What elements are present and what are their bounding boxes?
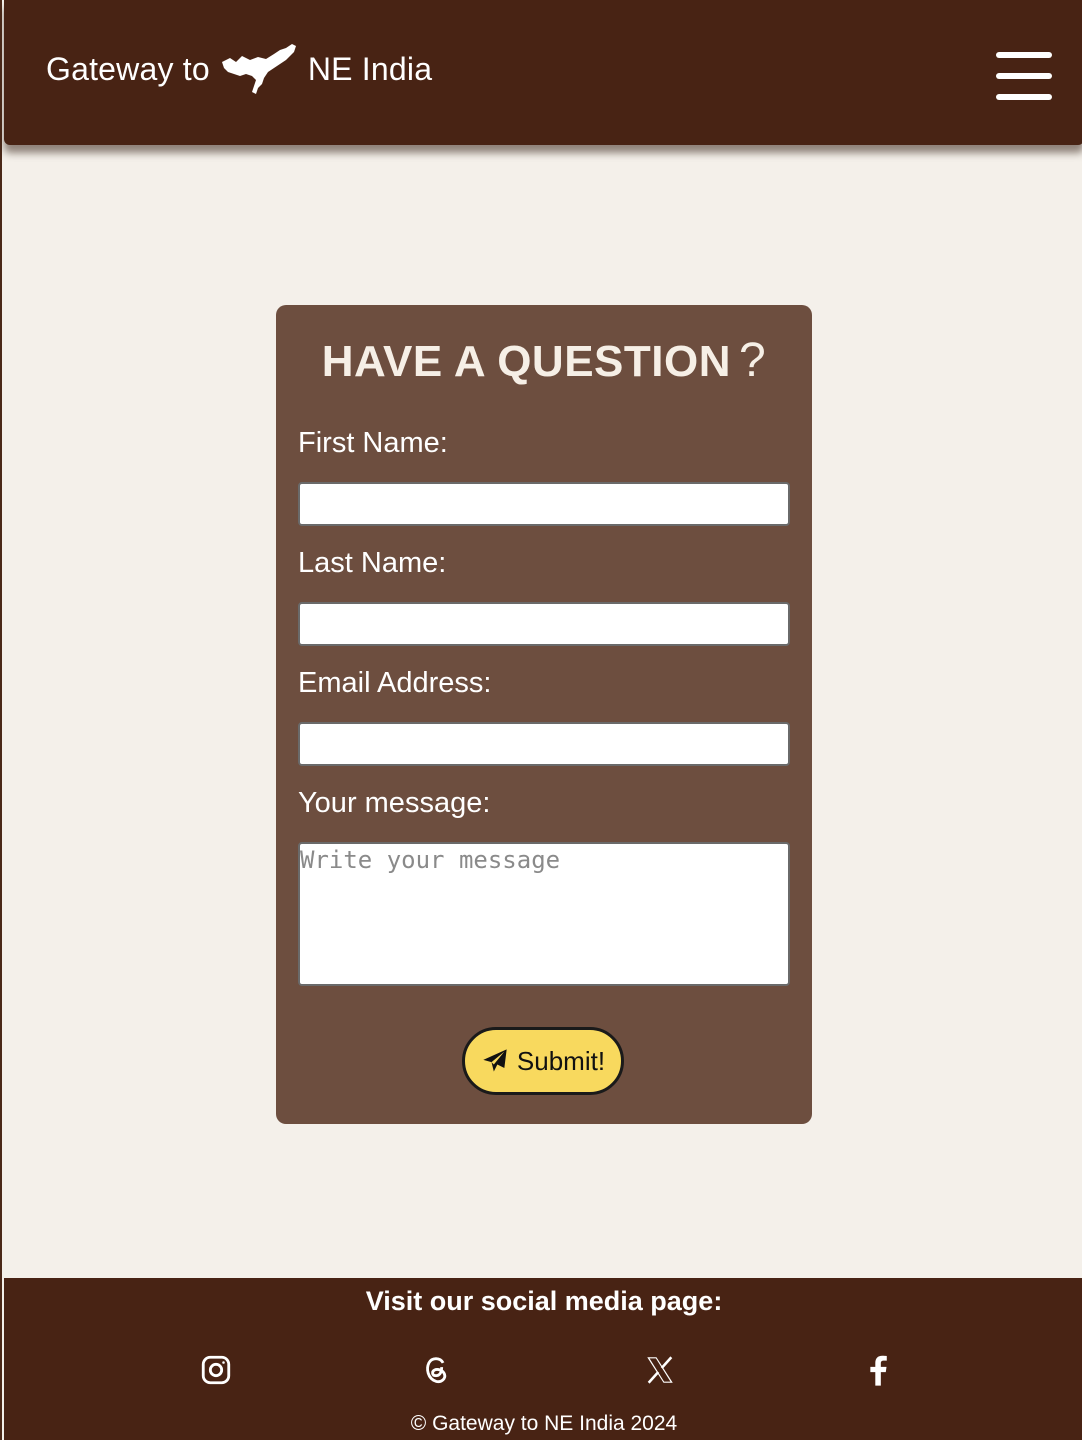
submit-label: Submit! xyxy=(516,1045,606,1076)
submit-button[interactable]: Submit! xyxy=(462,1027,624,1095)
brand-logo-link[interactable]: Gateway to NE India xyxy=(46,42,432,96)
brand-prefix: Gateway to xyxy=(46,50,210,87)
email-label: Email Address: xyxy=(298,667,492,699)
message-label: Your message: xyxy=(298,787,491,819)
first-name-label: First Name: xyxy=(298,427,448,459)
social-heading: Visit our social media page: xyxy=(365,1286,723,1316)
form-title-text: HAVE A QUESTION xyxy=(321,337,732,386)
message-textarea[interactable] xyxy=(298,842,790,986)
threads-icon[interactable] xyxy=(416,1350,456,1390)
facebook-icon[interactable] xyxy=(858,1350,898,1390)
email-input[interactable] xyxy=(298,722,790,766)
northeast-india-map-icon xyxy=(221,44,296,94)
hamburger-menu-icon[interactable] xyxy=(996,52,1054,102)
x-icon[interactable] xyxy=(640,1350,680,1390)
last-name-input[interactable] xyxy=(298,602,790,646)
site-footer: Visit our social media page: © Gateway t… xyxy=(4,1278,1082,1440)
site-header: Gateway to NE India xyxy=(4,0,1082,145)
copyright-text: © Gateway to NE India 2024 xyxy=(410,1412,678,1435)
last-name-label: Last Name: xyxy=(298,547,447,579)
paper-plane-icon xyxy=(483,1049,507,1072)
form-title: HAVE A QUESTION? xyxy=(276,333,812,388)
question-mark-icon: ? xyxy=(739,334,767,387)
first-name-input[interactable] xyxy=(298,482,790,526)
contact-form-card: HAVE A QUESTION? First Name: Last Name: … xyxy=(276,305,812,1124)
instagram-icon[interactable] xyxy=(196,1350,236,1390)
brand-suffix: NE India xyxy=(307,50,433,87)
